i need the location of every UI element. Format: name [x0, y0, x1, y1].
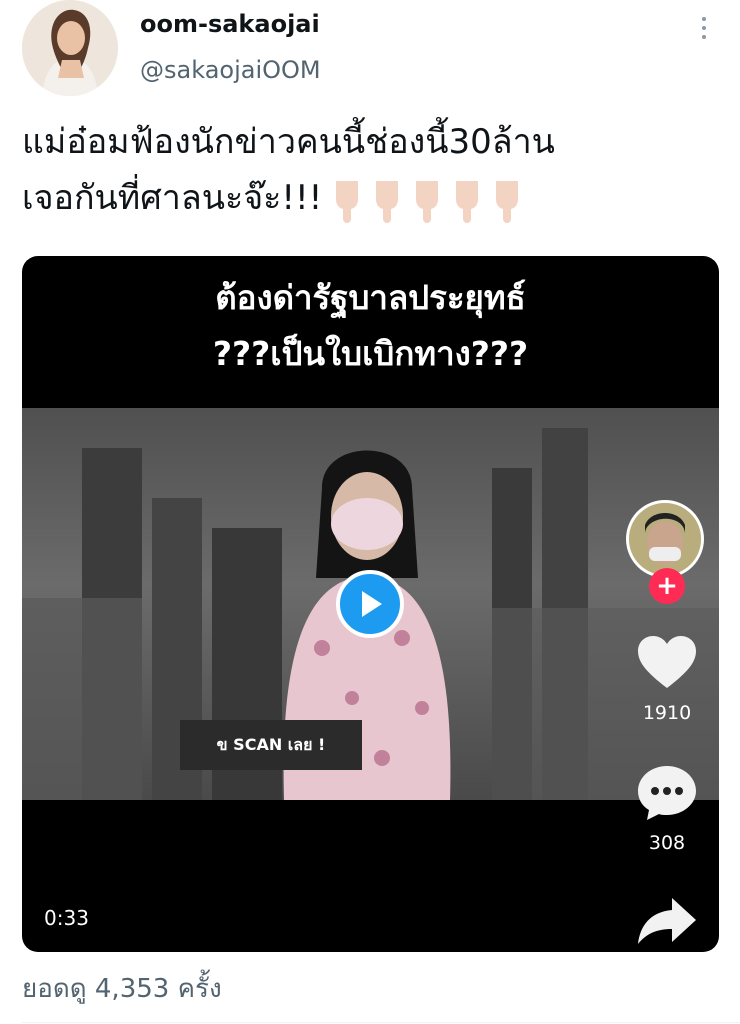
tweet-text: แม่อ๋อมฟ้องนักข่าวคนนี้ช่องนี้30ล้าน เจอ… [22, 114, 722, 226]
creator-avatar[interactable] [626, 500, 704, 578]
pointing-down-hand-icon [496, 180, 519, 223]
video-player[interactable]: ต้องด่ารัฐบาลประยุทธ์ ???เป็นใบเบิกทาง??… [22, 256, 719, 952]
tweet-text-line-2-text: เจอกันที่ศาลนะจ๊ะ!!! [22, 178, 323, 218]
author-display-name[interactable]: oom-sakaojai [140, 10, 320, 38]
pointing-down-hand-icon [456, 180, 479, 223]
pointing-down-hand-icon [416, 180, 439, 223]
like-count: 1910 [642, 702, 692, 724]
tweet-text-line-2: เจอกันที่ศาลนะจ๊ะ!!! [22, 170, 722, 226]
author-handle[interactable]: @sakaojaiOOM [140, 56, 321, 84]
video-caption-line-2: ???เป็นใบเบิกทาง??? [212, 334, 529, 373]
pointing-down-hand-icon [376, 180, 399, 223]
tweet-text-line-1: แม่อ๋อมฟ้องนักข่าวคนนี้ช่องนี้30ล้าน [22, 122, 555, 162]
pointing-down-hand-icon [336, 180, 359, 223]
comment-bubble-icon[interactable] [636, 764, 698, 822]
share-arrow-icon[interactable] [636, 896, 698, 946]
follow-plus-icon[interactable]: + [649, 568, 685, 604]
play-icon [362, 591, 382, 617]
video-duration: 0:33 [44, 906, 89, 930]
author-avatar[interactable] [22, 0, 118, 96]
video-caption-line-1: ต้องด่ารัฐบาลประยุทธ์ [215, 278, 526, 317]
more-options-icon[interactable] [688, 10, 720, 46]
lower-third-banner: ข SCAN เลย ! [180, 720, 362, 770]
video-caption: ต้องด่ารัฐบาลประยุทธ์ ???เป็นใบเบิกทาง??… [22, 270, 719, 382]
tweet-card: oom-sakaojai @sakaojaiOOM แม่อ๋อมฟ้องนัก… [0, 0, 740, 1024]
pointing-down-emoji-row [330, 177, 524, 223]
play-button[interactable] [336, 570, 404, 638]
heart-icon[interactable] [636, 634, 698, 690]
comment-count: 308 [648, 832, 686, 854]
divider [22, 1022, 740, 1023]
view-count: ยอดดู 4,353 ครั้ง [22, 974, 222, 1004]
